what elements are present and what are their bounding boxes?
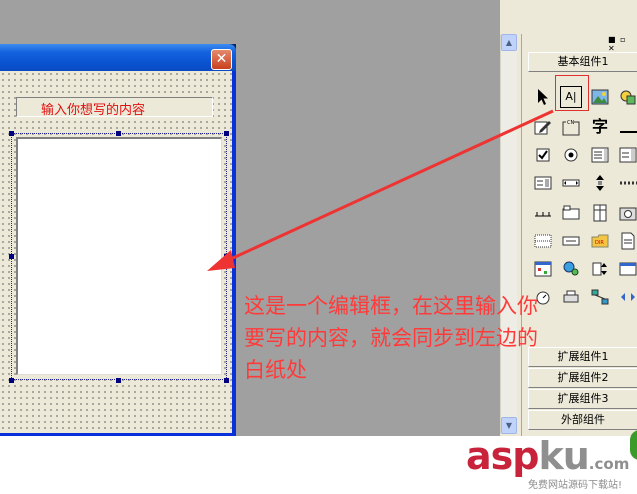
watermark-subtitle: 免费网站源码下载站! xyxy=(528,480,623,491)
green-badge-icon xyxy=(630,430,637,460)
annotation-line-3: 白纸处 xyxy=(244,358,307,382)
annotation-arrow xyxy=(207,109,554,271)
annotation-text: 这是一个编辑框，在这里输入你 要写的内容，就会同步到左边的 白纸处 xyxy=(244,290,637,386)
watermark-com: .com xyxy=(588,455,630,473)
watermark-asp: asp xyxy=(466,434,539,478)
annotation-line-2: 要写的内容，就会同步到左边的 xyxy=(244,326,538,350)
annotation-line-1: 这是一个编辑框，在这里输入你 xyxy=(244,294,538,318)
watermark-ku: ku xyxy=(538,434,589,478)
